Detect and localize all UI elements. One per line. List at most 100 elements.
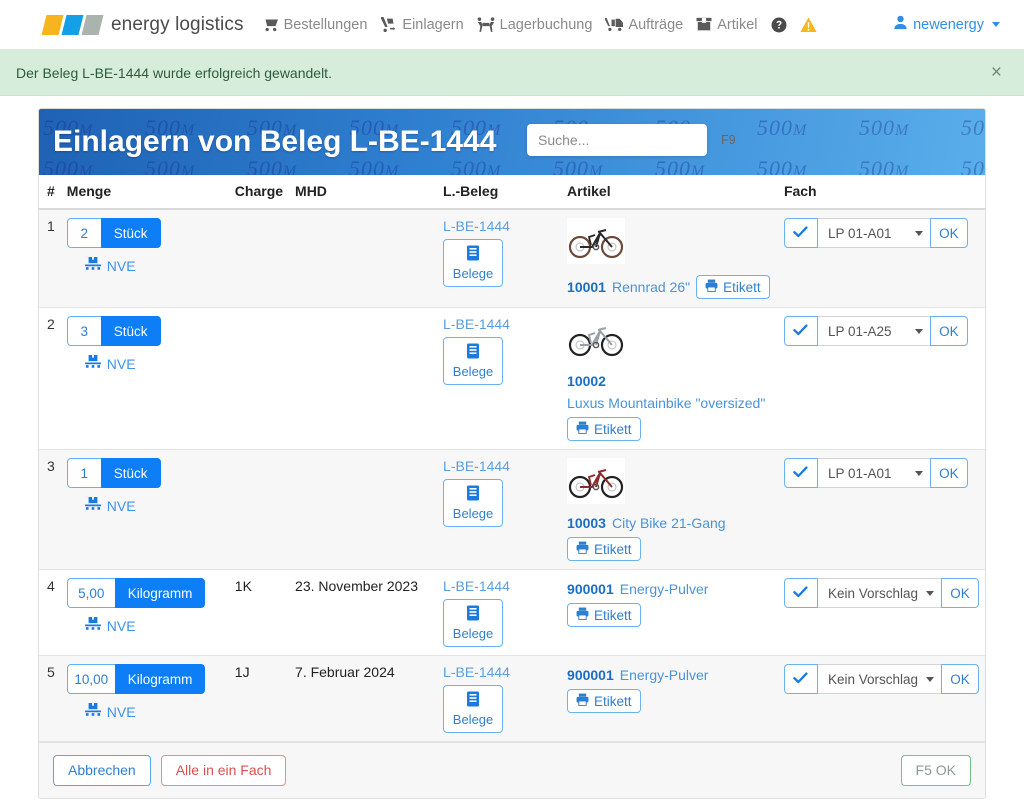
fach-ok-button[interactable]: OK: [941, 664, 979, 694]
document-icon: [466, 245, 480, 264]
fach-select[interactable]: LP 01-A25: [817, 316, 930, 346]
article-number-link[interactable]: 900001: [567, 581, 614, 597]
article-name-link[interactable]: Energy-Pulver: [620, 667, 709, 683]
belege-button[interactable]: Belege: [443, 685, 504, 733]
nve-label: NVE: [106, 618, 136, 634]
fach-control-group: LP 01-A25 OK: [783, 316, 968, 346]
question-circle-icon[interactable]: [771, 17, 787, 33]
lbeleg-link[interactable]: L-BE-1444: [443, 664, 555, 680]
lbeleg-link[interactable]: L-BE-1444: [443, 578, 555, 594]
printer-icon: [576, 421, 589, 437]
pallet-icon: [84, 355, 101, 373]
confirm-check-button[interactable]: [783, 664, 818, 694]
quantity-unit-label: Stück: [100, 316, 161, 346]
lbeleg-link[interactable]: L-BE-1444: [443, 316, 555, 332]
submit-ok-button[interactable]: F5 OK: [900, 755, 971, 787]
confirm-check-button[interactable]: [783, 458, 818, 488]
etikett-button[interactable]: Etikett: [567, 689, 641, 713]
quantity-input[interactable]: [66, 578, 115, 608]
fach-select[interactable]: LP 01-A01: [817, 458, 930, 488]
document-icon: [466, 485, 480, 504]
etikett-button[interactable]: Etikett: [567, 417, 641, 441]
nve-link[interactable]: NVE: [67, 703, 136, 721]
fach-select[interactable]: Kein Vorschlag: [817, 578, 941, 608]
confirm-check-button[interactable]: [783, 316, 818, 346]
fach-select[interactable]: LP 01-A01: [817, 218, 930, 248]
quantity-input-group[interactable]: Stück: [66, 316, 161, 346]
table-row: 1 Stück NVE L-BE-1444 Belege 10001 Rennrad 26"…: [39, 209, 985, 308]
quantity-unit-label: Kilogramm: [114, 578, 206, 608]
quantity-input-group[interactable]: Stück: [66, 458, 161, 488]
quantity-input[interactable]: [66, 664, 115, 694]
einlagern-table: # Menge Charge MHD L.-Beleg Artikel Fach…: [39, 175, 985, 742]
belege-button[interactable]: Belege: [443, 599, 504, 647]
article-number-link[interactable]: 900001: [567, 667, 614, 683]
fach-control-group: LP 01-A01 OK: [783, 458, 968, 488]
belege-button[interactable]: Belege: [443, 239, 504, 287]
brand-logo[interactable]: energy logistics: [41, 14, 244, 36]
cancel-button[interactable]: Abbrechen: [53, 755, 151, 787]
row-index: 4: [39, 569, 61, 656]
fach-select[interactable]: Kein Vorschlag: [817, 664, 941, 694]
article-number-link[interactable]: 10003: [567, 515, 606, 531]
confirm-check-button[interactable]: [783, 218, 818, 248]
quantity-input[interactable]: [66, 316, 101, 346]
cell-fach: LP 01-A01 OK: [777, 449, 985, 570]
quantity-input-group[interactable]: Kilogramm: [66, 578, 206, 608]
warning-triangle-icon[interactable]: [799, 16, 817, 33]
quantity-input[interactable]: [66, 218, 101, 248]
lbeleg-link[interactable]: L-BE-1444: [443, 458, 555, 474]
cell-mhd: 23. November 2023: [289, 569, 438, 656]
belege-button[interactable]: Belege: [443, 337, 504, 385]
article-number-link[interactable]: 10001: [567, 279, 606, 295]
truck-loading-icon: [605, 17, 624, 32]
belege-button[interactable]: Belege: [443, 479, 504, 527]
article-number-link[interactable]: 10002: [567, 373, 606, 389]
search-input[interactable]: [536, 131, 721, 149]
fach-ok-button[interactable]: OK: [929, 218, 968, 248]
nve-link[interactable]: NVE: [67, 497, 136, 515]
fach-ok-button[interactable]: OK: [929, 316, 968, 346]
etikett-button[interactable]: Etikett: [696, 275, 770, 299]
fach-ok-button[interactable]: OK: [941, 578, 979, 608]
cell-lbeleg: L-BE-1444 Belege: [437, 307, 562, 450]
quantity-input[interactable]: [66, 458, 101, 488]
lbeleg-link[interactable]: L-BE-1444: [443, 218, 555, 234]
nav-item-bestellungen[interactable]: Bestellungen: [261, 17, 367, 33]
nve-link[interactable]: NVE: [67, 355, 136, 373]
article-name-link[interactable]: Energy-Pulver: [620, 581, 709, 597]
cell-menge: Kilogramm NVE: [60, 569, 229, 656]
check-icon: [793, 465, 808, 482]
col-artikel: Artikel: [561, 175, 778, 210]
close-icon[interactable]: ×: [991, 63, 1002, 82]
quantity-input-group[interactable]: Kilogramm: [66, 664, 206, 694]
search-box[interactable]: F9: [527, 124, 736, 156]
nav-item-lagerbuchung[interactable]: Lagerbuchung: [477, 17, 592, 33]
col-index: #: [39, 175, 61, 210]
cell-mhd: [289, 307, 438, 450]
quantity-input-group[interactable]: Stück: [66, 218, 161, 248]
nve-link[interactable]: NVE: [67, 617, 136, 635]
etikett-label: Etikett: [594, 607, 632, 623]
nve-link[interactable]: NVE: [67, 257, 136, 275]
article-name-link[interactable]: Luxus Mountainbike "oversized": [567, 395, 765, 411]
fach-selected-value: Kein Vorschlag: [827, 671, 918, 687]
article-name-link[interactable]: Rennrad 26": [612, 279, 690, 295]
navbar-links: Bestellungen Einlagern Lagerbuchung Auft…: [261, 16, 817, 33]
article-name-link[interactable]: City Bike 21-Gang: [612, 515, 726, 531]
nav-item-auftraege[interactable]: Aufträge: [605, 17, 683, 33]
confirm-check-button[interactable]: [783, 578, 818, 608]
cell-artikel: 900001 Energy-Pulver Etikett: [561, 569, 778, 656]
nav-item-einlagern[interactable]: Einlagern: [380, 17, 464, 33]
all-in-one-fach-button[interactable]: Alle in ein Fach: [160, 755, 287, 787]
etikett-button[interactable]: Etikett: [567, 537, 641, 561]
nav-item-artikel[interactable]: Artikel: [696, 17, 758, 33]
etikett-button[interactable]: Etikett: [567, 603, 641, 627]
table-body: 1 Stück NVE L-BE-1444 Belege 10001 Rennrad 26"…: [39, 209, 985, 742]
fach-ok-button[interactable]: OK: [929, 458, 968, 488]
pallet-icon: [84, 617, 101, 635]
etikett-label: Etikett: [723, 279, 761, 295]
cell-fach: LP 01-A25 OK: [777, 307, 985, 450]
user-menu[interactable]: newenergy: [893, 15, 1000, 34]
success-alert: Der Beleg L-BE-1444 wurde erfolgreich ge…: [0, 50, 1024, 96]
